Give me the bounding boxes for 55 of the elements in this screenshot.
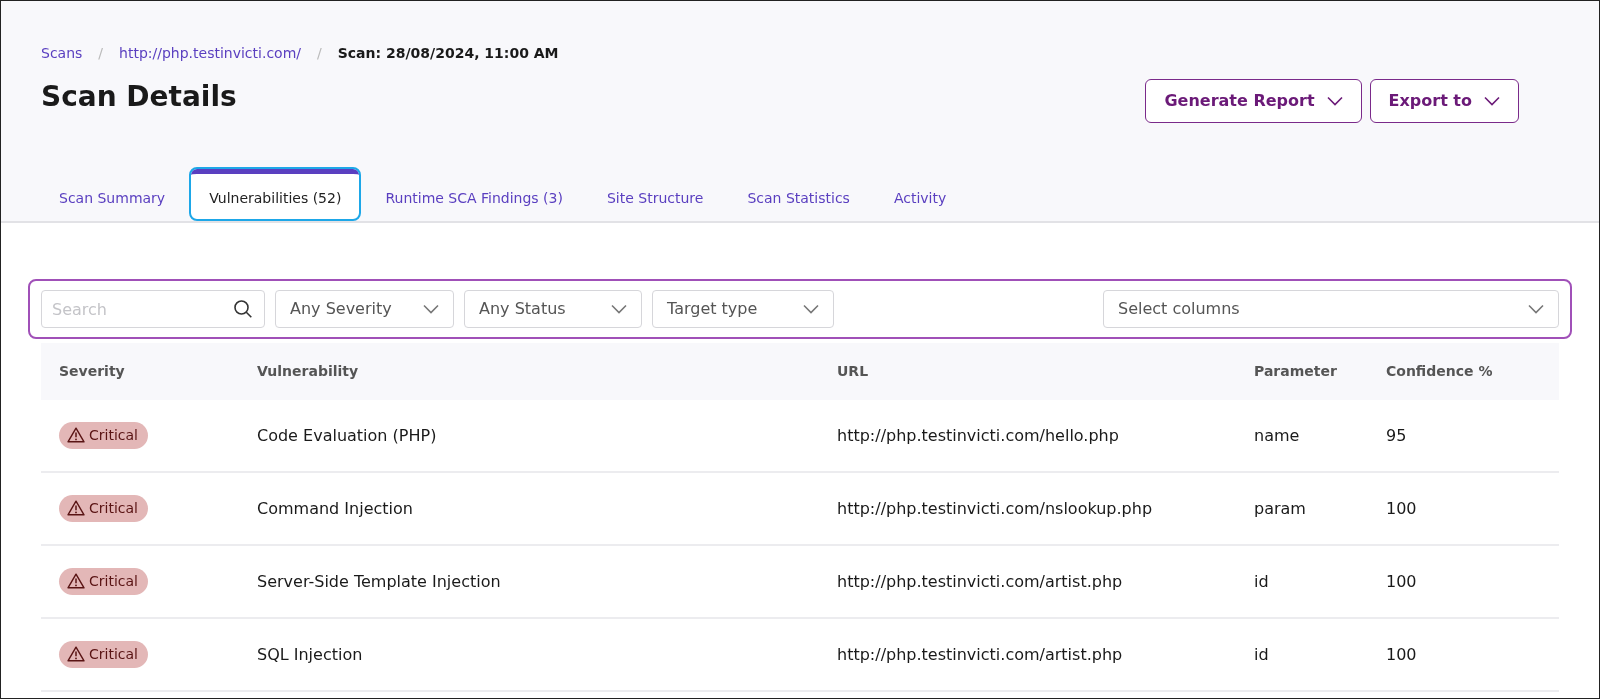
page-title: Scan Details — [41, 80, 238, 114]
warning-triangle-icon — [67, 646, 85, 662]
chevron-down-icon — [423, 304, 439, 314]
column-header: Confidence % — [1386, 362, 1494, 381]
breadcrumb-link[interactable]: Scans — [41, 43, 83, 64]
search-field[interactable]: Search — [41, 290, 265, 328]
chevron-down-icon — [803, 304, 819, 314]
column-header: Vulnerability — [257, 362, 360, 381]
breadcrumb-separator: / — [317, 44, 322, 63]
dropdown-button[interactable]: Export to — [1369, 79, 1519, 123]
table-cell-text: http://php.testinvicti.com/artist.php — [837, 570, 1124, 593]
table-cell-text: Command Injection — [257, 497, 414, 520]
columns-dropdown[interactable]: Select columns — [1103, 290, 1559, 328]
severity-badge: Critical — [59, 421, 148, 449]
chevron-down-icon — [1528, 304, 1544, 314]
chevron-down-icon — [1484, 96, 1500, 106]
breadcrumb-link[interactable]: http://php.testinvicti.com/ — [119, 43, 301, 64]
table-cell-text: 100 — [1386, 497, 1418, 520]
table-cell-text: 100 — [1386, 643, 1418, 666]
warning-triangle-icon — [67, 573, 85, 589]
tab[interactable]: Runtime SCA Findings (3) — [367, 169, 581, 219]
column-header: Parameter — [1254, 362, 1338, 381]
column-header: URL — [837, 362, 870, 381]
tab[interactable]: Site Structure — [588, 169, 722, 219]
dropdown-button[interactable]: Generate Report — [1145, 79, 1362, 123]
table-cell-text: id — [1254, 570, 1270, 593]
table-cell-text: name — [1254, 424, 1301, 447]
table-cell-text: SQL Injection — [257, 643, 364, 666]
tab[interactable]: Vulnerabilities (52) — [191, 169, 360, 219]
chevron-down-icon — [1326, 96, 1343, 106]
table-cell-text: Code Evaluation (PHP) — [257, 424, 438, 447]
table-cell-text: 100 — [1386, 570, 1418, 593]
breadcrumb-current: Scan: 28/08/2024, 11:00 AM — [337, 44, 559, 63]
chevron-down-icon — [611, 304, 627, 314]
tab[interactable]: Activity — [875, 169, 965, 219]
dropdown[interactable]: Target type — [652, 290, 834, 328]
tab[interactable]: Scan Summary — [41, 169, 184, 219]
table-cell-text: http://php.testinvicti.com/artist.php — [837, 643, 1124, 666]
search-icon — [233, 299, 253, 319]
breadcrumb-separator: / — [98, 44, 104, 63]
tab[interactable]: Scan Statistics — [729, 169, 868, 219]
warning-triangle-icon — [67, 427, 85, 443]
dropdown[interactable]: Any Severity — [275, 290, 454, 328]
severity-badge: Critical — [59, 494, 148, 522]
severity-badge: Critical — [59, 640, 148, 668]
table-cell-text: Server-Side Template Injection — [257, 570, 502, 593]
table-cell-text: http://php.testinvicti.com/hello.php — [837, 424, 1120, 447]
column-header: Severity — [58, 362, 126, 381]
table-cell-text: id — [1254, 643, 1270, 666]
warning-triangle-icon — [67, 500, 85, 516]
severity-badge: Critical — [59, 567, 148, 595]
dropdown[interactable]: Any Status — [464, 290, 642, 328]
table-cell-text: 95 — [1386, 424, 1408, 447]
table-cell-text: param — [1254, 497, 1307, 520]
table-cell-text: http://php.testinvicti.com/nslookup.php — [837, 497, 1154, 520]
